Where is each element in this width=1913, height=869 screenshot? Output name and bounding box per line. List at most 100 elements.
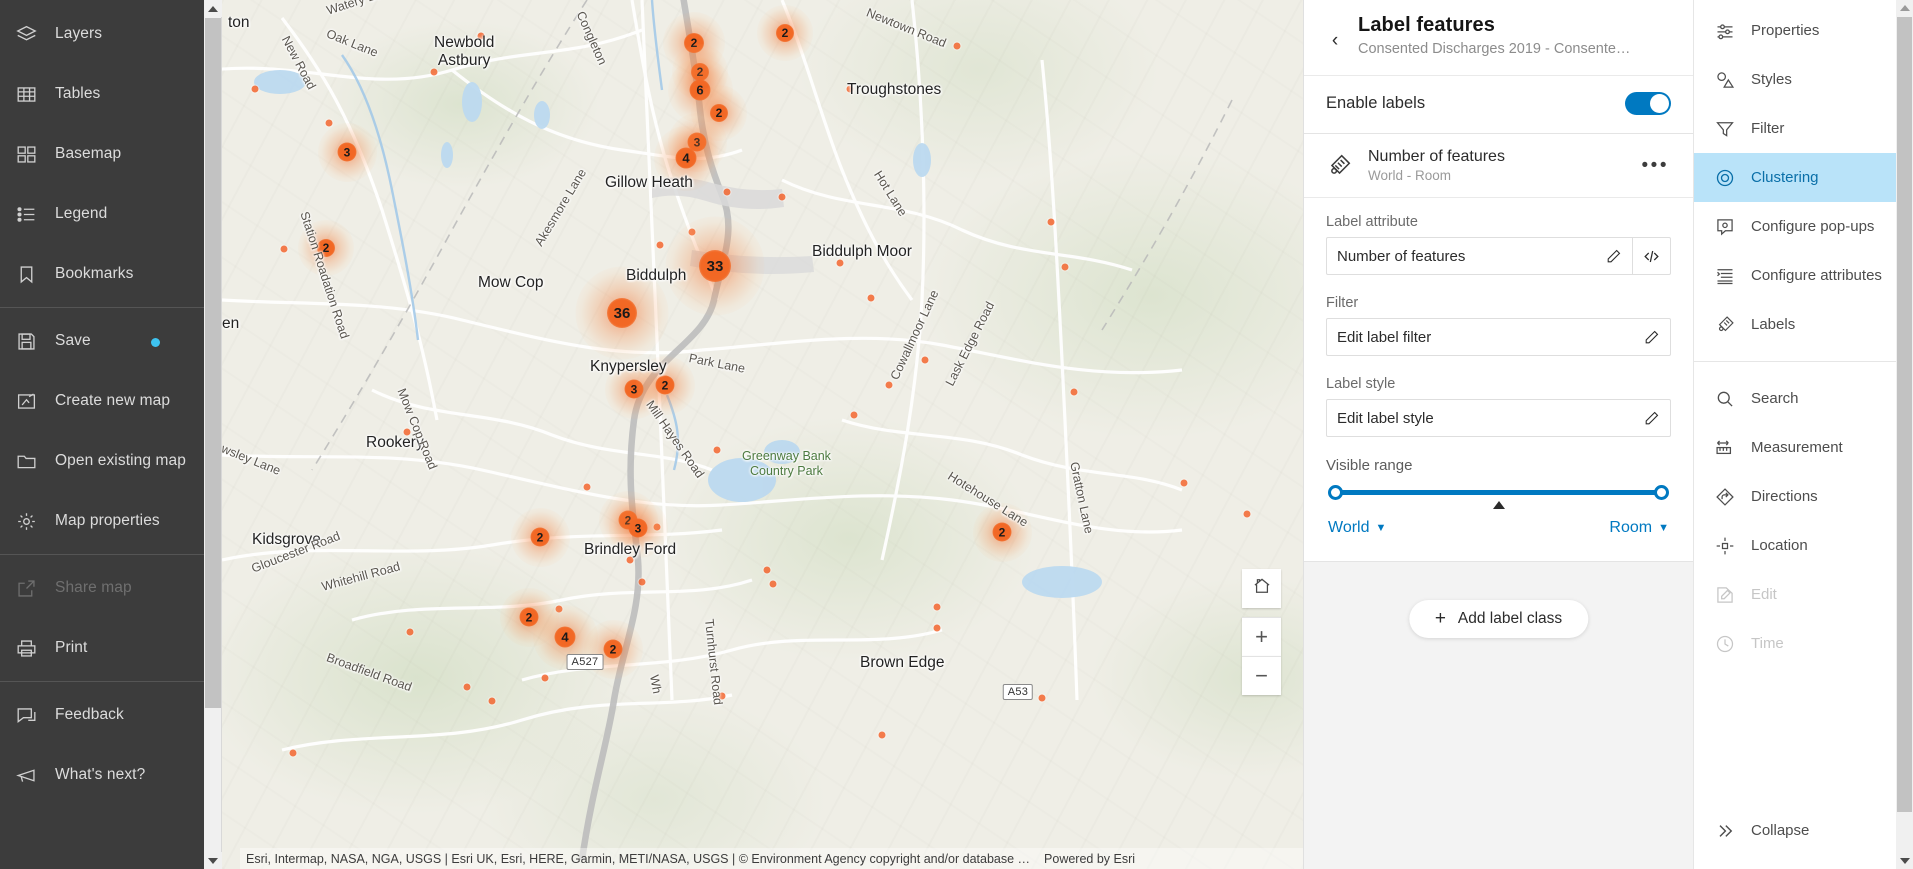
map-point[interactable]: [289, 749, 297, 757]
cluster-marker[interactable]: 33: [665, 216, 765, 316]
visible-range-min-dropdown[interactable]: World ▼: [1328, 519, 1386, 537]
cluster-marker[interactable]: 2: [510, 507, 570, 567]
map-point[interactable]: [953, 42, 961, 50]
map-point[interactable]: [638, 578, 646, 586]
map-vertical-scrollbar[interactable]: [204, 0, 222, 869]
zoom-out-button[interactable]: −: [1242, 656, 1281, 695]
map-point[interactable]: [488, 697, 496, 705]
label-filter-field[interactable]: Edit label filter: [1326, 318, 1671, 356]
back-button[interactable]: ‹: [1324, 30, 1346, 52]
cluster-marker[interactable]: 2: [663, 12, 725, 74]
sidebar-item-create-new-map[interactable]: Create new map: [0, 371, 204, 431]
expression-code-icon[interactable]: [1632, 238, 1670, 274]
slider-handle-min[interactable]: [1328, 485, 1343, 500]
map-point[interactable]: [403, 428, 411, 436]
scroll-up-arrow-icon[interactable]: [204, 0, 222, 17]
rail-item-labels[interactable]: Labels: [1694, 300, 1913, 349]
sidebar-item-legend[interactable]: Legend: [0, 184, 204, 244]
map-point[interactable]: [688, 228, 696, 236]
rail-item-measurement[interactable]: Measurement: [1694, 423, 1913, 472]
map-point[interactable]: [933, 624, 941, 632]
rail-item-collapse[interactable]: Collapse: [1694, 806, 1913, 855]
map-point[interactable]: [769, 580, 777, 588]
map-point[interactable]: [850, 411, 858, 419]
cluster-marker[interactable]: 36: [575, 266, 669, 360]
map-point[interactable]: [1061, 263, 1069, 271]
map-container[interactable]: 2 2 2 6 2 3 3 4 2 33 36 3 2 2 2 3 2 2 4 2 ton Newbold Astbur…: [204, 0, 1303, 869]
map-point[interactable]: [653, 523, 661, 531]
map-point[interactable]: [921, 356, 929, 364]
cluster-marker[interactable]: 2: [672, 44, 728, 100]
sidebar-item-open-existing-map[interactable]: Open existing map: [0, 431, 204, 491]
rail-item-clustering[interactable]: Clustering: [1694, 153, 1913, 202]
sidebar-item-print[interactable]: Print: [0, 618, 204, 678]
map-point[interactable]: [1038, 694, 1046, 702]
map-point[interactable]: [1070, 388, 1078, 396]
rail-vertical-scrollbar[interactable]: [1896, 0, 1913, 869]
enable-labels-toggle[interactable]: [1625, 92, 1671, 115]
cluster-marker[interactable]: 2: [298, 220, 354, 276]
add-label-class-button[interactable]: + Add label class: [1408, 600, 1589, 638]
map-point[interactable]: [878, 731, 886, 739]
map-point[interactable]: [477, 32, 485, 40]
cluster-marker[interactable]: 2: [583, 619, 643, 679]
visible-range-max-dropdown[interactable]: Room ▼: [1609, 519, 1669, 537]
map-point[interactable]: [723, 188, 731, 196]
map-point[interactable]: [885, 381, 893, 389]
map-point[interactable]: [656, 241, 664, 249]
scrollbar-thumb[interactable]: [1897, 17, 1912, 812]
sidebar-item-basemap[interactable]: Basemap: [0, 124, 204, 184]
map-point[interactable]: [836, 259, 844, 267]
map-point[interactable]: [626, 556, 634, 564]
sidebar-item-whats-next[interactable]: What's next?: [0, 745, 204, 805]
map-point[interactable]: [406, 628, 414, 636]
sidebar-item-layers[interactable]: Layers: [0, 4, 204, 64]
map-point[interactable]: [541, 674, 549, 682]
zoom-in-button[interactable]: +: [1242, 617, 1281, 656]
label-attribute-field[interactable]: Number of features: [1326, 237, 1671, 275]
map-point[interactable]: [325, 119, 333, 127]
map-point[interactable]: [846, 85, 854, 93]
map-point[interactable]: [718, 692, 726, 700]
sidebar-item-tables[interactable]: Tables: [0, 64, 204, 124]
map-canvas[interactable]: 2 2 2 6 2 3 3 4 2 33 36 3 2 2 2 3 2 2 4 2 ton Newbold Astbur…: [222, 0, 1303, 869]
cluster-marker[interactable]: 6: [667, 57, 733, 123]
map-point[interactable]: [763, 566, 771, 574]
scroll-up-arrow-icon[interactable]: [1896, 0, 1913, 16]
cluster-marker[interactable]: 2: [635, 355, 695, 415]
sidebar-item-save[interactable]: Save: [0, 311, 204, 371]
map-point[interactable]: [583, 483, 591, 491]
slider-handle-max[interactable]: [1654, 485, 1669, 500]
scroll-down-arrow-icon[interactable]: [1896, 853, 1913, 869]
cluster-marker[interactable]: 4: [653, 125, 719, 191]
rail-item-configure-attributes[interactable]: Configure attributes: [1694, 251, 1913, 300]
label-class-menu-button[interactable]: •••: [1638, 156, 1673, 175]
label-class-row[interactable]: Number of features World - Room •••: [1304, 134, 1693, 198]
rail-item-directions[interactable]: Directions: [1694, 472, 1913, 521]
cluster-marker[interactable]: 3: [608, 498, 668, 558]
scroll-down-arrow-icon[interactable]: [204, 852, 222, 869]
map-point[interactable]: [463, 683, 471, 691]
visible-range-slider[interactable]: [1328, 485, 1669, 509]
sidebar-item-bookmarks[interactable]: Bookmarks: [0, 244, 204, 304]
map-point[interactable]: [778, 193, 786, 201]
cluster-marker[interactable]: 2: [499, 587, 559, 647]
map-point[interactable]: [867, 294, 875, 302]
slider-track[interactable]: [1332, 490, 1665, 495]
map-point[interactable]: [555, 605, 563, 613]
rail-item-properties[interactable]: Properties: [1694, 6, 1913, 55]
default-extent-button[interactable]: [1242, 569, 1281, 608]
edit-pencil-icon[interactable]: [1632, 319, 1670, 355]
cluster-marker[interactable]: 4: [532, 604, 598, 670]
cluster-marker[interactable]: 2: [972, 502, 1032, 562]
map-point[interactable]: [1047, 218, 1055, 226]
sidebar-item-map-properties[interactable]: Map properties: [0, 491, 204, 551]
map-point[interactable]: [713, 446, 721, 454]
cluster-marker[interactable]: 3: [604, 359, 664, 419]
scrollbar-thumb[interactable]: [205, 18, 221, 708]
cluster-marker[interactable]: 2: [757, 5, 813, 61]
map-point[interactable]: [430, 68, 438, 76]
map-point[interactable]: [933, 603, 941, 611]
map-point[interactable]: [1243, 510, 1251, 518]
edit-pencil-icon[interactable]: [1594, 238, 1632, 274]
